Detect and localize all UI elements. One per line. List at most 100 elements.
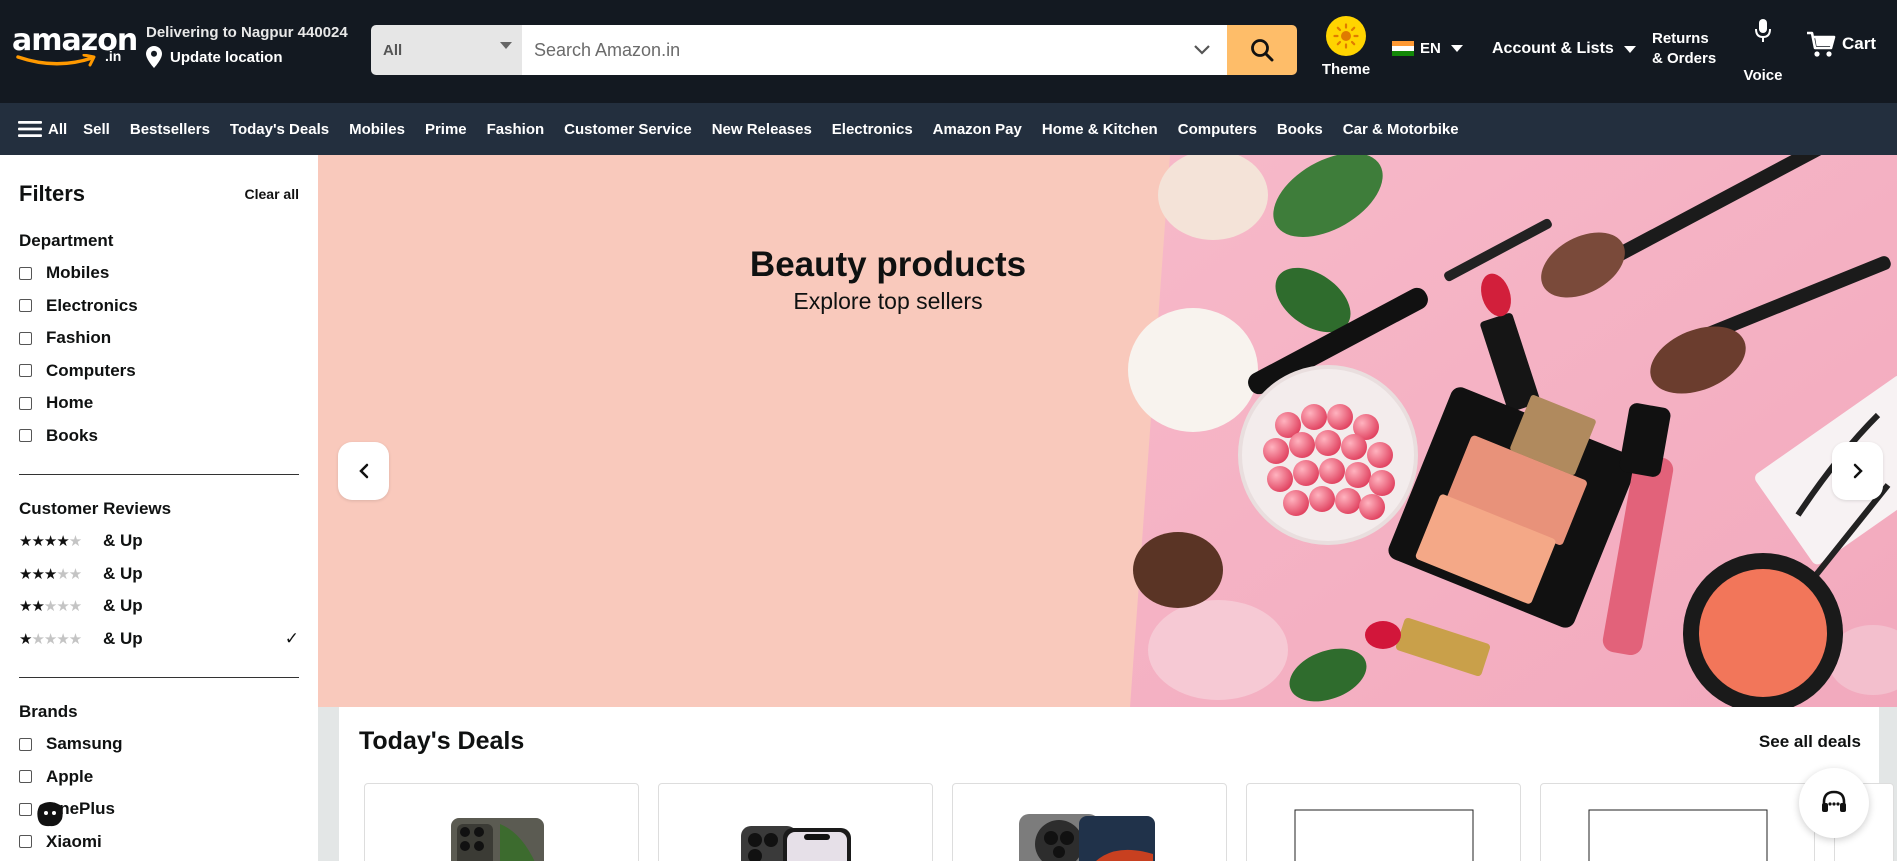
nav-item-new-releases[interactable]: New Releases: [712, 121, 812, 138]
customer-reviews-title: Customer Reviews: [19, 499, 172, 518]
delivery-line: Delivering to Nagpur 440024: [146, 24, 348, 41]
delivery-location[interactable]: Delivering to Nagpur 440024 Update locat…: [146, 24, 361, 68]
assistant-blob-icon[interactable]: [36, 801, 64, 827]
deal-card[interactable]: [952, 783, 1227, 861]
checkbox[interactable]: [19, 429, 32, 443]
star-rating-icon: ★★★★★: [19, 598, 82, 616]
nav-item-customer-service[interactable]: Customer Service: [564, 121, 692, 138]
beauty-products-image: [1128, 155, 1897, 707]
amazon-logo[interactable]: amazon .in: [12, 24, 138, 70]
logo-tld: .in: [105, 48, 122, 64]
deal-card[interactable]: [1246, 783, 1521, 861]
rating-filter-2[interactable]: ★★★★★ & Up: [19, 590, 299, 623]
department-label: Fashion: [46, 328, 112, 348]
clear-all-button[interactable]: Clear all: [245, 186, 299, 202]
update-location-link[interactable]: Update location: [170, 49, 283, 66]
nav-item-car-motorbike[interactable]: Car & Motorbike: [1343, 121, 1459, 138]
nav-item-books[interactable]: Books: [1277, 121, 1323, 138]
nav-item-amazon-pay[interactable]: Amazon Pay: [933, 121, 1022, 138]
rating-filter-4[interactable]: ★★★★★ & Up: [19, 525, 299, 558]
department-option[interactable]: Mobiles: [19, 257, 299, 290]
product-image: [1019, 814, 1155, 861]
logo-smile-icon: [16, 54, 96, 67]
carousel-prev-button[interactable]: [338, 442, 389, 500]
all-menu-label: All: [48, 120, 68, 138]
rating-filter-3[interactable]: ★★★★★ & Up: [19, 558, 299, 591]
returns-line-2: & Orders: [1652, 50, 1717, 67]
department-option[interactable]: Computers: [19, 355, 299, 388]
department-option[interactable]: Home: [19, 387, 299, 420]
hero-title: Beauty products: [749, 245, 1027, 284]
checkbox[interactable]: [19, 396, 32, 410]
carousel-next-button[interactable]: [1832, 442, 1883, 500]
language-selector[interactable]: EN: [1392, 40, 1463, 57]
checkbox[interactable]: [19, 331, 32, 345]
nav-item-mobiles[interactable]: Mobiles: [349, 121, 405, 138]
all-menu-button[interactable]: All: [18, 120, 67, 138]
nav-item-electronics[interactable]: Electronics: [832, 121, 913, 138]
rating-label: & Up: [103, 628, 143, 648]
deals-title: Today's Deals: [359, 727, 525, 755]
chat-support-button[interactable]: [1799, 768, 1869, 838]
top-header: amazon .in Delivering to Nagpur 440024 U…: [0, 0, 1897, 103]
microphone-icon: [1755, 19, 1771, 42]
department-label: Mobiles: [46, 263, 110, 283]
search-button[interactable]: [1227, 25, 1297, 75]
voice-label: Voice: [1743, 67, 1783, 84]
product-image: [1294, 809, 1474, 861]
brand-label: Apple: [46, 766, 94, 786]
nav-item-bestsellers[interactable]: Bestsellers: [130, 121, 210, 138]
deal-card[interactable]: [658, 783, 933, 861]
chevron-down-icon: [1194, 45, 1210, 55]
department-label: Computers: [46, 360, 136, 380]
deal-card[interactable]: [1540, 783, 1815, 861]
checkbox[interactable]: [19, 737, 32, 751]
search-category-select[interactable]: All: [371, 25, 522, 75]
checkbox[interactable]: [19, 835, 32, 849]
nav-strip: All Sell Bestsellers Today's Deals Mobil…: [0, 103, 1897, 155]
theme-toggle[interactable]: Theme: [1318, 16, 1374, 78]
caret-down-icon: [1623, 45, 1636, 53]
hero-banner[interactable]: Beauty products Explore top sellers: [318, 155, 1897, 707]
brand-option[interactable]: Samsung: [19, 728, 299, 761]
department-option[interactable]: Books: [19, 420, 299, 453]
search-input[interactable]: [522, 25, 1177, 75]
brands-title: Brands: [19, 702, 78, 721]
chevron-right-icon: [1853, 463, 1863, 479]
returns-orders-link[interactable]: Returns & Orders: [1652, 29, 1716, 69]
checkbox[interactable]: [19, 299, 32, 313]
voice-search-button[interactable]: Voice: [1740, 18, 1786, 84]
account-lists-menu[interactable]: Account & Lists: [1492, 40, 1636, 58]
see-all-deals-link[interactable]: See all deals: [1759, 732, 1861, 752]
hero-subtitle: Explore top sellers: [793, 288, 983, 314]
hamburger-menu-icon: [18, 121, 42, 137]
india-flag-icon: [1392, 41, 1414, 56]
brand-option[interactable]: Apple: [19, 761, 299, 794]
department-option[interactable]: Electronics: [19, 290, 299, 323]
cart-button[interactable]: Cart: [1806, 30, 1876, 58]
checkbox[interactable]: [19, 770, 32, 784]
nav-item-prime[interactable]: Prime: [425, 121, 467, 138]
checkbox[interactable]: [19, 802, 32, 816]
nav-item-todays-deals[interactable]: Today's Deals: [230, 121, 329, 138]
brand-label: Xiaomi: [46, 831, 102, 851]
search-bar: All: [371, 25, 1297, 75]
search-suggestions-toggle[interactable]: [1177, 25, 1227, 75]
brand-label: Samsung: [46, 734, 123, 754]
star-rating-icon: ★★★★★: [19, 630, 82, 648]
department-label: Home: [46, 393, 94, 413]
brand-option[interactable]: Xiaomi: [19, 826, 299, 859]
caret-down-icon: [500, 42, 512, 49]
chevron-left-icon: [358, 463, 368, 479]
department-option[interactable]: Fashion: [19, 322, 299, 355]
nav-item-computers[interactable]: Computers: [1178, 121, 1257, 138]
nav-item-sell[interactable]: Sell: [83, 121, 110, 138]
star-rating-icon: ★★★★★: [19, 565, 82, 583]
rating-filter-1[interactable]: ★★★★★ & Up ✓: [19, 623, 299, 656]
filters-sidebar: Filters Clear all Department Mobiles Ele…: [0, 155, 318, 861]
deal-card[interactable]: [364, 783, 639, 861]
checkbox[interactable]: [19, 364, 32, 378]
nav-item-fashion[interactable]: Fashion: [487, 121, 545, 138]
checkbox[interactable]: [19, 266, 32, 280]
nav-item-home-kitchen[interactable]: Home & Kitchen: [1042, 121, 1158, 138]
